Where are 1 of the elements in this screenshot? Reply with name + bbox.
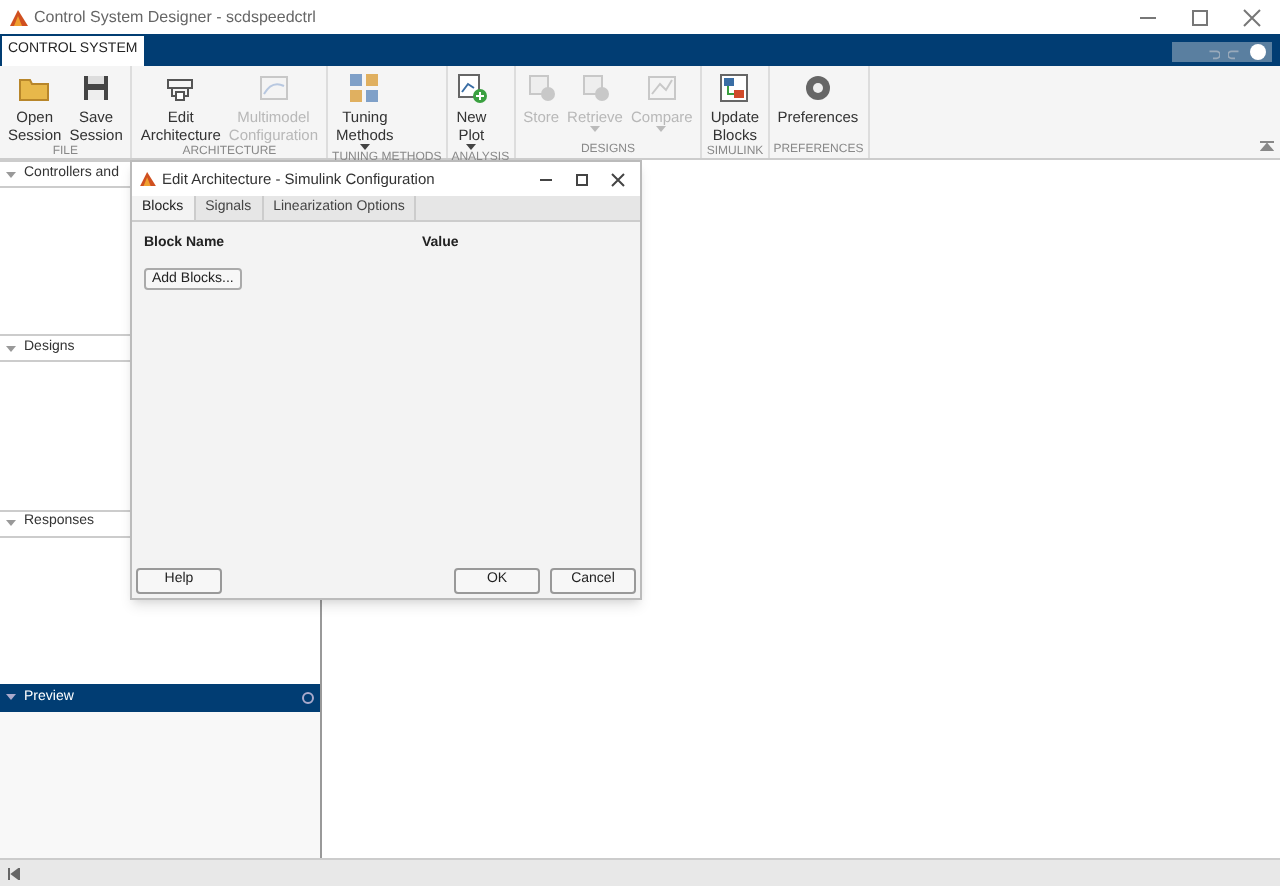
window-title: Control System Designer - scdspeedctrl [34,5,316,29]
